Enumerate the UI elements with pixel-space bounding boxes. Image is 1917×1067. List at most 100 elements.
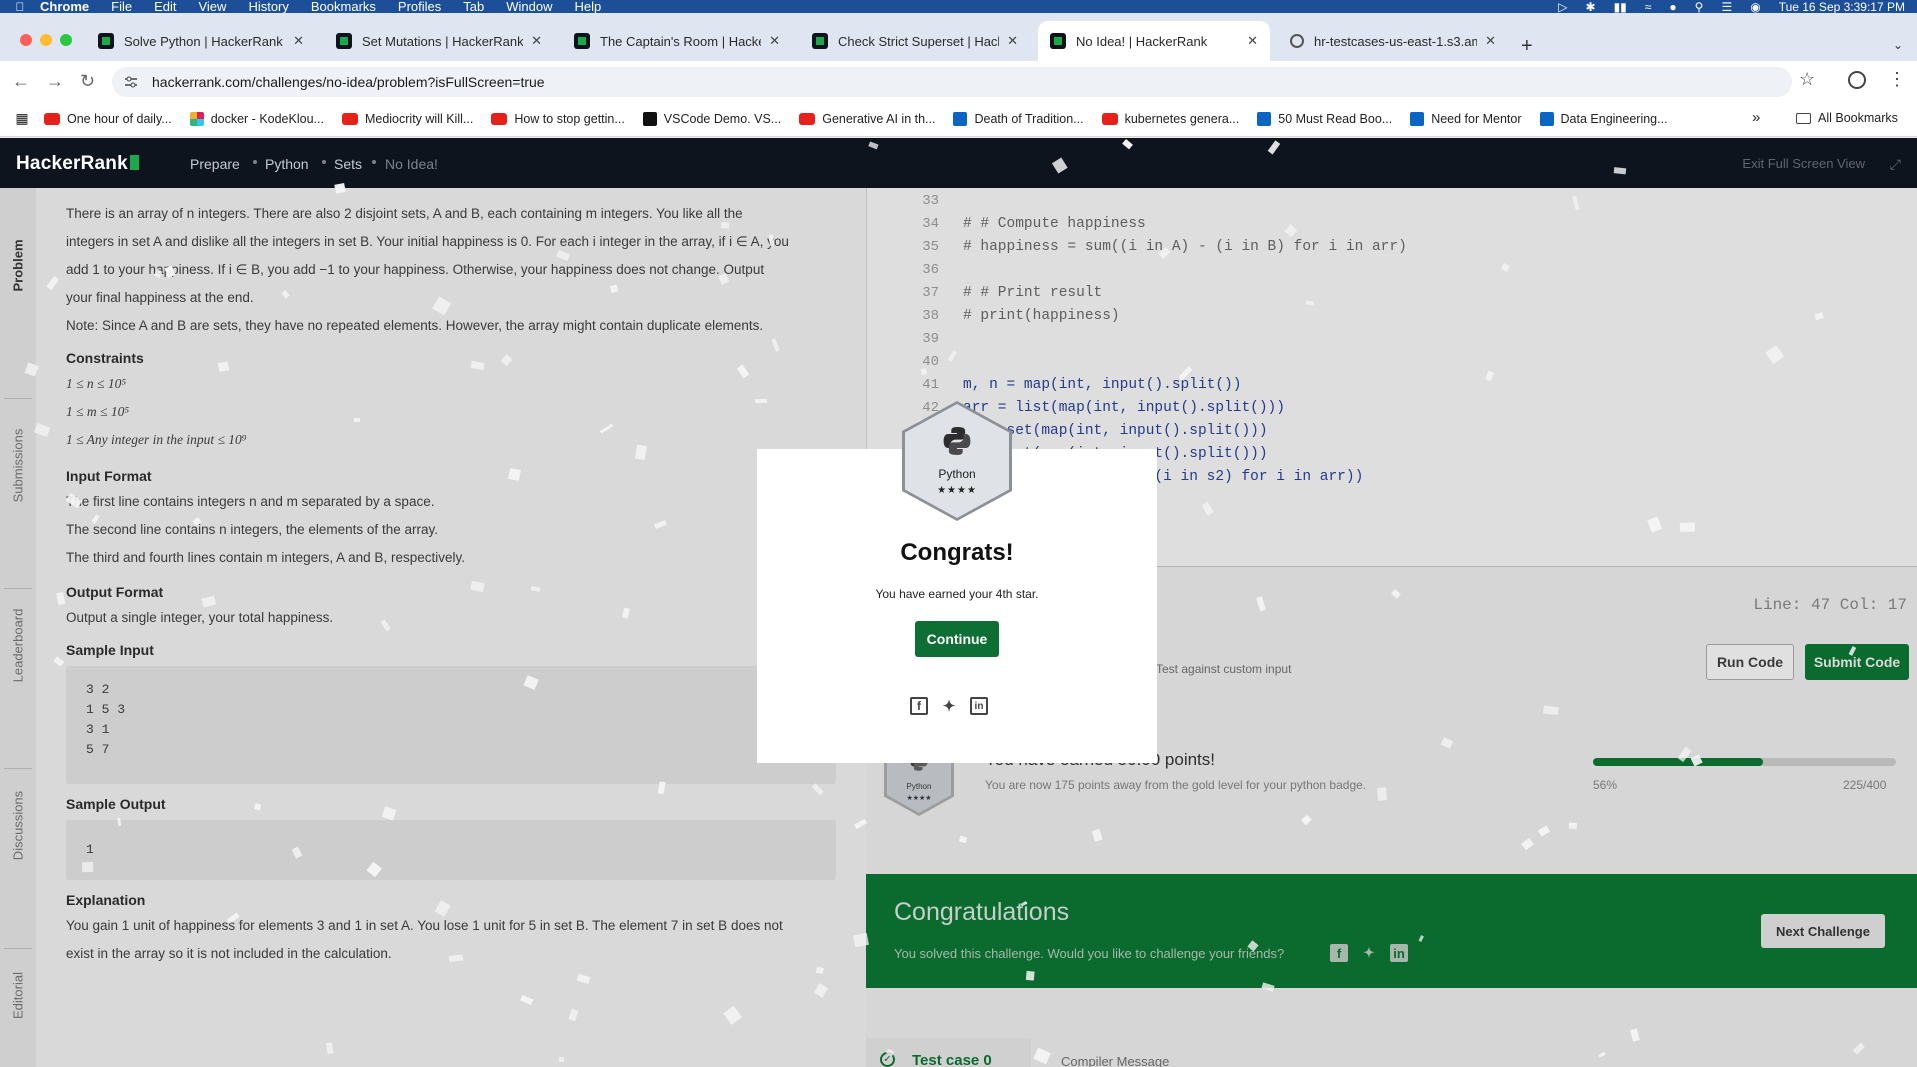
code-line[interactable]: # happiness = sum((i in A) - (i in B) fo… [963, 239, 1407, 255]
tab-no-idea[interactable]: No Idea! | HackerRank ✕ [1038, 21, 1270, 61]
profile-avatar-icon[interactable] [1848, 71, 1866, 89]
twitter-icon[interactable]: ✦ [1360, 944, 1378, 962]
side-tab-problem[interactable]: Problem [0, 240, 36, 292]
close-tab-icon[interactable]: ✕ [293, 33, 304, 49]
menu-bookmarks[interactable]: Bookmarks [311, 0, 376, 13]
minimize-window-button[interactable] [40, 34, 52, 46]
bookmark-item[interactable]: How to stop gettin... [491, 111, 625, 126]
tab-solve-python[interactable]: Solve Python | HackerRank ✕ [86, 21, 316, 61]
menu-profiles[interactable]: Profiles [398, 0, 441, 13]
bookmarks-overflow-button[interactable]: » [1752, 109, 1760, 126]
banner-subtitle: You solved this challenge. Would you lik… [894, 946, 1285, 961]
menu-tab[interactable]: Tab [463, 0, 484, 13]
youtube-icon [799, 112, 816, 125]
close-tab-icon[interactable]: ✕ [1247, 33, 1258, 49]
facebook-icon[interactable]: f [910, 697, 928, 715]
code-line[interactable]: # # Compute happiness [963, 216, 1146, 232]
menu-edit[interactable]: Edit [154, 0, 176, 13]
apple-icon[interactable]:  [0, 0, 40, 14]
progress-fill [1593, 758, 1764, 766]
battery-icon[interactable]: ▮▮ [1614, 0, 1627, 14]
back-arrow-icon[interactable]: ← [12, 71, 30, 92]
menu-app-name[interactable]: Chrome [40, 0, 89, 13]
problem-intro-line: integers in set A and dislike all the in… [66, 234, 789, 249]
close-tab-icon[interactable]: ✕ [531, 33, 542, 49]
menu-help[interactable]: Help [575, 0, 602, 13]
linkedin-icon[interactable]: in [970, 697, 988, 715]
apps-grid-icon[interactable]: ▦ [0, 110, 44, 127]
bookmark-item[interactable]: Data Engineering... [1539, 111, 1668, 126]
side-tab-editorial[interactable]: Editorial [0, 972, 36, 1019]
hackerrank-page: HackerRank Prepare Python Sets No Idea! … [0, 138, 1917, 1067]
new-tab-button[interactable]: + [1521, 35, 1533, 58]
reload-icon[interactable]: ↻ [80, 71, 95, 92]
bookmark-item[interactable]: docker - KodeKlou... [189, 111, 324, 126]
menu-view[interactable]: View [198, 0, 226, 13]
custom-input-checkbox[interactable]: Test against custom input [1156, 662, 1291, 676]
bookmark-item[interactable]: Need for Mentor [1410, 111, 1522, 126]
all-bookmarks-button[interactable]: All Bookmarks [1796, 111, 1898, 125]
code-line[interactable]: # print(happiness) [963, 308, 1120, 324]
run-code-button[interactable]: Run Code [1706, 644, 1794, 680]
menu-history[interactable]: History [248, 0, 288, 13]
search-icon[interactable]: ⚲ [1695, 0, 1704, 14]
side-tab-leaderboard[interactable]: Leaderboard [0, 609, 36, 683]
bookmark-item[interactable]: Death of Tradition... [953, 111, 1084, 126]
python-icon [943, 427, 971, 455]
browser-menu-icon[interactable]: ⋮ [1888, 69, 1906, 90]
tab-captains-room[interactable]: The Captain's Room | HackerR ✕ [562, 21, 792, 61]
control-center-icon[interactable]: ☰ [1721, 0, 1732, 14]
tab-search-chevron-icon[interactable]: ⌄ [1893, 38, 1903, 52]
breadcrumb-python[interactable]: Python [265, 156, 309, 172]
bookmark-item[interactable]: 50 Must Read Boo... [1257, 111, 1392, 126]
next-challenge-button[interactable]: Next Challenge [1761, 914, 1885, 948]
bookmark-item[interactable]: kubernetes genera... [1101, 112, 1239, 126]
siri-icon[interactable]: ◉ [1750, 0, 1760, 14]
bookmark-item[interactable]: Generative AI in th... [799, 112, 935, 126]
submit-code-button[interactable]: Submit Code [1805, 644, 1909, 680]
close-window-button[interactable] [20, 34, 32, 46]
zoom-window-button[interactable] [60, 34, 72, 46]
bookmark-label: How to stop gettin... [514, 111, 625, 126]
bookmark-item[interactable]: Mediocrity will Kill... [341, 112, 473, 126]
bookmark-item[interactable]: VSCode Demo. VS... [642, 111, 781, 126]
side-tab-discussions[interactable]: Discussions [0, 791, 36, 860]
bluetooth-icon[interactable]: ✱ [1586, 0, 1596, 14]
breadcrumb-sets[interactable]: Sets [334, 156, 362, 172]
continue-button[interactable]: Continue [915, 621, 999, 657]
menu-file[interactable]: File [111, 0, 132, 13]
tab-testcases-s3[interactable]: hr-testcases-us-east-1.s3.am ✕ [1278, 21, 1508, 61]
macos-menu-bar:  Chrome File Edit View History Bookmark… [0, 0, 1917, 14]
close-tab-icon[interactable]: ✕ [1007, 33, 1018, 49]
code-line[interactable]: # # Print result [963, 285, 1102, 301]
bookmark-star-icon[interactable]: ☆ [1799, 69, 1815, 90]
breadcrumb-prepare[interactable]: Prepare [190, 156, 240, 172]
user-icon[interactable]: ● [1669, 0, 1676, 14]
menu-window[interactable]: Window [506, 0, 552, 13]
site-settings-icon[interactable] [124, 75, 138, 89]
bookmark-item[interactable]: One hour of daily... [44, 112, 172, 126]
tab-set-mutations[interactable]: Set Mutations | HackerRank ✕ [324, 21, 554, 61]
facebook-icon[interactable]: f [1330, 944, 1348, 962]
address-bar[interactable]: hackerrank.com/challenges/no-idea/proble… [112, 67, 1792, 97]
code-line[interactable]: m, n = map(int, input().split()) [963, 377, 1241, 393]
collapse-icon[interactable]: ⤢ [1890, 156, 1901, 173]
hackerrank-logo[interactable]: HackerRank [16, 153, 139, 175]
clock[interactable]: Tue 16 Sep 3:39:17 PM [1779, 0, 1905, 14]
bookmarks-bar: ▦ One hour of daily... docker - KodeKlou… [0, 101, 1917, 137]
youtube-icon [1101, 112, 1118, 125]
play-icon[interactable]: ▷ [1558, 0, 1567, 14]
exit-fullscreen-link[interactable]: Exit Full Screen View [1742, 156, 1865, 171]
forward-arrow-icon[interactable]: → [46, 71, 64, 92]
sample-output-heading: Sample Output [66, 796, 166, 812]
side-tab-submissions[interactable]: Submissions [0, 429, 36, 503]
sample-input-heading: Sample Input [66, 642, 154, 658]
twitter-icon[interactable]: ✦ [940, 697, 958, 715]
linkedin-icon[interactable]: in [1390, 944, 1408, 962]
close-tab-icon[interactable]: ✕ [1485, 33, 1496, 49]
wifi-icon[interactable]: ≈ [1645, 0, 1652, 14]
close-tab-icon[interactable]: ✕ [769, 33, 780, 49]
tab-check-strict-superset[interactable]: Check Strict Superset | Hacke ✕ [800, 21, 1030, 61]
hackerrank-favicon-icon [574, 33, 590, 49]
code-line[interactable]: arr = list(map(int, input().split())) [963, 400, 1285, 416]
